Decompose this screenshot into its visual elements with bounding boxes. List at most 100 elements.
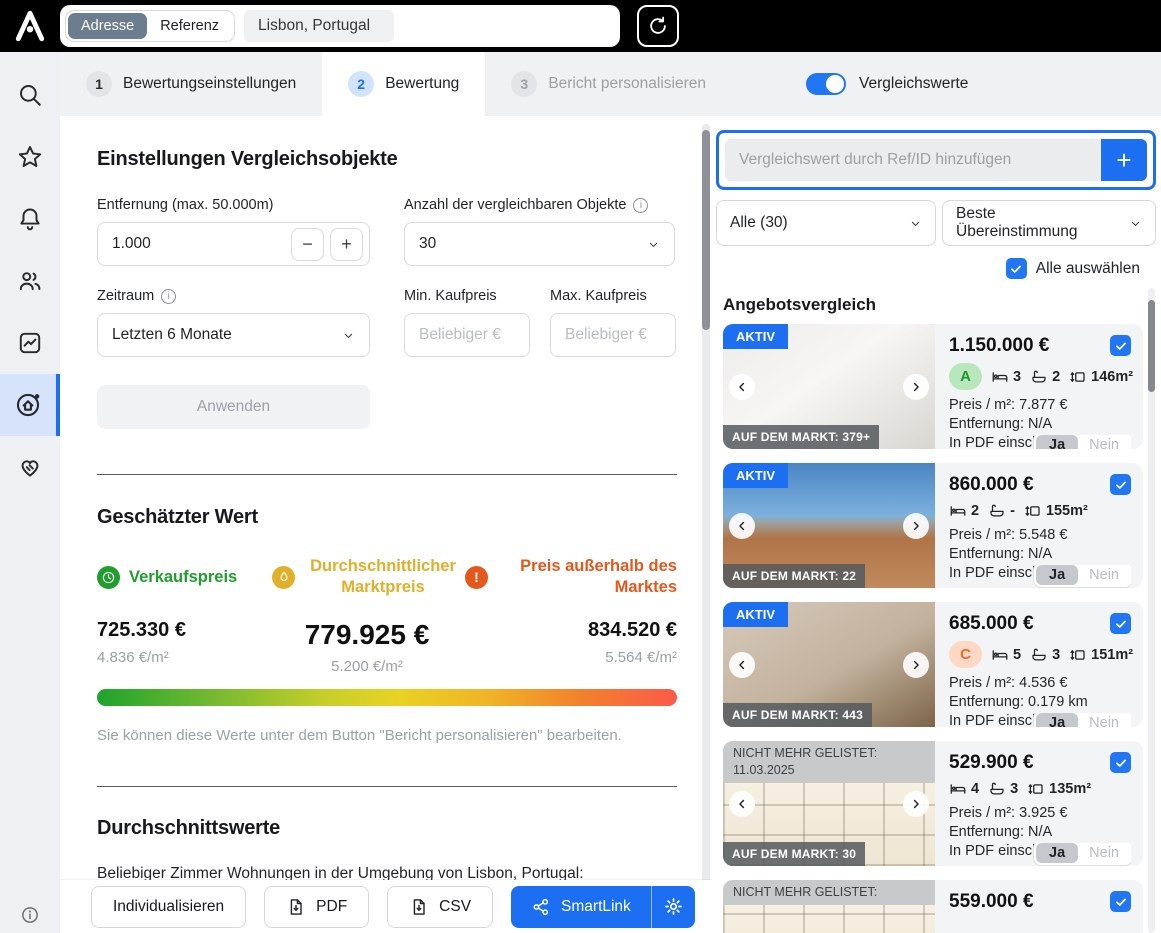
nein-option[interactable]: Nein [1078,565,1130,585]
tab-bewertungseinstellungen[interactable]: 1 Bewertungseinstellungen [60,52,322,116]
include-pdf-switch: Ja Nein [1033,435,1131,449]
panel-scrollbar[interactable] [1148,288,1155,933]
nein-option[interactable]: Nein [1078,843,1130,863]
gear-icon [663,896,684,917]
include-checkbox[interactable] [1110,752,1131,773]
csv-export-button[interactable]: CSV [387,886,493,928]
bell-icon [17,206,43,232]
max-price-label: Max. Kaufpreis [550,288,676,304]
sale-price-per-sqm: 4.836 €/m² [97,649,272,666]
distance-input[interactable] [112,235,285,253]
carousel-next-button[interactable] [903,374,929,400]
estimated-title: Geschätzter Wert [97,506,677,529]
sidebar-item-valuation[interactable] [0,374,60,436]
carousel-prev-button[interactable] [729,652,755,678]
estimated-values: Verkaufspreis 725.330 € 4.836 €/m² Durch… [97,555,677,675]
min-price-input[interactable] [404,313,530,357]
add-ref-id-input[interactable] [725,139,1101,181]
scrollbar-thumb[interactable] [702,130,710,330]
sidebar-item-search[interactable] [0,64,60,126]
filter-select[interactable]: Alle (30) [716,200,936,246]
nein-option[interactable]: Nein [1078,435,1130,449]
ja-option[interactable]: Ja [1036,713,1078,727]
add-comparable-button[interactable]: + [1101,139,1147,181]
sale-price-value: 725.330 € [97,619,272,642]
period-info-icon[interactable]: i [161,289,176,304]
bath-icon [1030,368,1048,386]
include-checkbox[interactable] [1110,335,1131,356]
mode-adresse-button[interactable]: Adresse [68,13,147,39]
carousel-next-button[interactable] [903,791,929,817]
estimated-note: Sie können diese Werte unter dem Button … [97,727,677,744]
status-badge: AKTIV [723,602,788,627]
carousel-prev-button[interactable] [729,374,755,400]
search-icon [17,82,43,108]
apply-button[interactable]: Anwenden [97,385,370,429]
tab-bewertung[interactable]: 2 Bewertung [322,52,485,116]
distance-increase-button[interactable]: + [330,228,363,261]
toggle-label: Vergleichswerte [859,75,968,93]
main-scrollbar[interactable] [700,116,712,933]
carousel-next-button[interactable] [903,513,929,539]
select-all-checkbox[interactable] [1006,258,1027,279]
distance-decrease-button[interactable]: − [291,228,324,261]
include-pdf-switch: Ja Nein [1033,713,1131,727]
listing-price: 529.900 € [949,752,1034,774]
tab-bericht-personalisieren[interactable]: 3 Bericht personalisieren [485,52,732,116]
count-info-icon[interactable]: i [633,198,648,213]
individualize-button[interactable]: Individualisieren [91,886,246,928]
ja-option[interactable]: Ja [1036,565,1078,585]
tab-label: Bewertung [385,75,459,93]
action-bar: Individualisieren PDF CSV SmartLink [60,880,712,933]
sort-select[interactable]: Beste Übereinstimmung [942,200,1156,246]
include-pdf-switch: Ja Nein [1033,843,1131,866]
property-photo: AKTIV AUF DEM MARKT: 443 [723,602,935,727]
vergleichswerte-toggle[interactable] [806,73,846,95]
include-checkbox[interactable] [1110,891,1131,912]
sidebar-item-favorites[interactable] [0,126,60,188]
panel-scrollbar-thumb[interactable] [1148,300,1155,392]
market-price-per-sqm: 5.200 €/m² [331,658,403,675]
info-icon[interactable] [0,905,60,925]
ja-option[interactable]: Ja [1036,843,1078,863]
count-select[interactable]: 30 [404,222,675,266]
delisted-banner: NICHT MEHR GELISTET: 11.03.2025 [723,741,935,783]
include-checkbox[interactable] [1110,474,1131,495]
csv-download-icon [409,897,429,917]
refresh-button[interactable] [637,5,679,47]
pdf-export-button[interactable]: PDF [264,886,369,928]
comparable-card: AKTIV AUF DEM MARKT: 443 685.000 € [723,602,1143,727]
sidebar-item-contacts[interactable] [0,250,60,312]
listing-price: 860.000 € [949,474,1034,496]
bath-icon [1030,646,1048,664]
chevron-down-icon [647,238,660,251]
status-badge: AKTIV [723,324,788,349]
carousel-next-button[interactable] [903,652,929,678]
smartlink-button[interactable]: SmartLink [511,886,695,928]
app: Adresse Referenz 1 [0,0,1161,933]
sidebar-item-partners[interactable] [0,436,60,498]
ja-option[interactable]: Ja [1036,435,1078,449]
sidebar-item-analytics[interactable] [0,312,60,374]
area-icon [1024,502,1042,520]
max-price-input[interactable] [550,313,676,357]
bed-icon [991,646,1009,664]
period-select[interactable]: Letzten 6 Monate [97,313,370,357]
topbar: Adresse Referenz [0,0,1161,52]
mode-referenz-button[interactable]: Referenz [147,13,232,39]
above-market-alert-icon: ! [465,566,488,589]
include-checkbox[interactable] [1110,613,1131,634]
nein-option[interactable]: Nein [1078,713,1130,727]
smartlink-settings-button[interactable] [652,886,695,928]
refresh-icon [647,15,669,37]
address-search-input[interactable] [244,10,394,42]
sidebar-item-notifications[interactable] [0,188,60,250]
section-divider [97,474,677,475]
price-per-sqm: Preis / m²: 5.548 € [949,527,1131,543]
price-per-sqm: Preis / m²: 3.925 € [949,805,1131,821]
carousel-prev-button[interactable] [729,791,755,817]
carousel-prev-button[interactable] [729,513,755,539]
app-logo-icon[interactable] [0,9,60,43]
main-content: Einstellungen Vergleichsobjekte Entfernu… [60,116,700,933]
add-comparable-box: + [716,130,1156,190]
